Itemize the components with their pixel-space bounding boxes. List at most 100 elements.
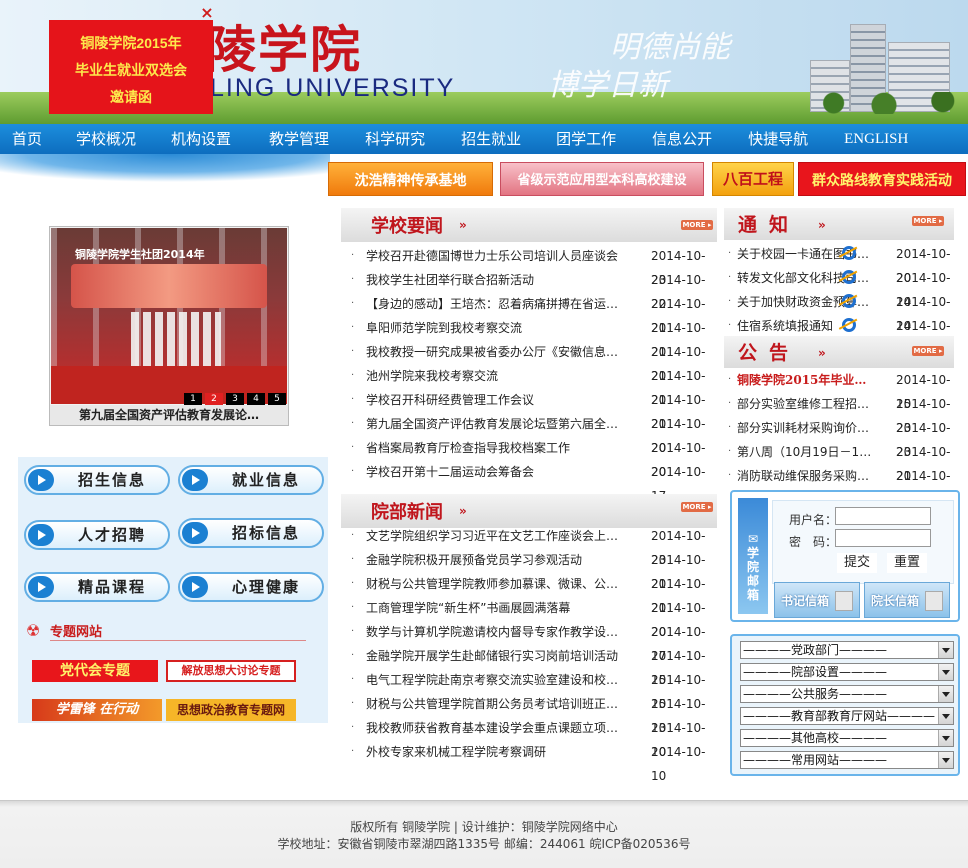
notice-title[interactable]: 部分实验室维修工程招标公告: [737, 392, 873, 416]
notice-item[interactable]: ·铜陵学院2015年毕业生就业双选会2014-10-15: [724, 368, 954, 411]
news-item[interactable]: · 我校学生社团举行联合招新活动 2014-10-22: [337, 268, 717, 311]
quick-link-mental-health[interactable]: 心理健康: [178, 572, 324, 602]
news-item[interactable]: ·文艺学院组织学习习近平在文艺工作座谈会上的重要讲话2014-10-23: [337, 524, 717, 567]
select-common-sites[interactable]: ————常用网站————: [740, 751, 954, 769]
news-item[interactable]: · 财税与公共管理学院教师参加慕课、微课、公开课培训 2014-10-21: [337, 572, 717, 615]
news-title[interactable]: 文艺学院组织学习习近平在文艺工作座谈会上的重要讲话: [366, 524, 628, 548]
notice-title[interactable]: 消防联动维保服务采购询价: [737, 464, 873, 488]
chevron-down-icon[interactable]: [938, 730, 953, 746]
news-title[interactable]: 财税与公共管理学院首期公务员考试培训班正式开班: [366, 692, 628, 716]
news-item[interactable]: · 池州学院来我校考察交流 2014-10-21: [337, 364, 717, 407]
news-title[interactable]: 省档案局教育厅检查指导我校档案工作: [366, 436, 628, 460]
news-title[interactable]: 学校召开第十二届运动会筹备会: [366, 460, 628, 484]
news-item[interactable]: · 省档案局教育厅检查指导我校档案工作 2014-10-20: [337, 436, 717, 479]
news-title[interactable]: 财税与公共管理学院教师参加慕课、微课、公开课培训: [366, 572, 628, 596]
notice-item[interactable]: · 关于加快财政资金预算执行 2014-10-14: [724, 290, 954, 333]
chevron-down-icon[interactable]: [938, 642, 953, 658]
notice-title[interactable]: 第八周（10月19日－10月25日）: [737, 440, 873, 464]
news-item[interactable]: · 工商管理学院“新生杯”书画展圆满落幕 2014-10-20: [337, 596, 717, 639]
school-news-more-button[interactable]: MORE ▸: [681, 220, 713, 230]
select-other-universities[interactable]: ————其他高校————: [740, 729, 954, 747]
nav-item-quick-nav[interactable]: 快捷导航: [748, 124, 808, 154]
announce-more-button[interactable]: MORE ▸: [912, 346, 944, 356]
username-input[interactable]: [835, 507, 931, 525]
select-party-departments[interactable]: ————党政部门————: [740, 641, 954, 659]
nav-item-organization[interactable]: 机构设置: [171, 124, 231, 154]
notice-title[interactable]: 铜陵学院2015年毕业生就业双选会: [737, 368, 873, 392]
topic-learn-lei-feng[interactable]: 学雷锋 在行动: [32, 699, 162, 721]
nav-item-research[interactable]: 科学研究: [365, 124, 425, 154]
ad-shenhao-spirit[interactable]: 沈浩精神传承基地: [328, 162, 493, 196]
news-title[interactable]: 学校召开科研经费管理工作会议: [366, 388, 628, 412]
notice-item[interactable]: ·第八周（10月19日－10月25日）2014-10-21: [724, 440, 954, 483]
select-public-services[interactable]: ————公共服务————: [740, 685, 954, 703]
chevron-down-icon[interactable]: [938, 664, 953, 680]
news-item[interactable]: · 电气工程学院赴南京考察交流实验室建设和校企合作 2014-10-15: [337, 668, 717, 711]
news-title[interactable]: 我校教授一研究成果被省委办公厅《安徽信息》采用: [366, 340, 628, 364]
news-title[interactable]: 数学与计算机学院邀请校内督导专家作教学设计讲座: [366, 620, 628, 644]
news-title[interactable]: 阜阳师范学院到我校考察交流: [366, 316, 628, 340]
quick-link-employment-info[interactable]: 就业信息: [178, 465, 324, 495]
announce-title[interactable]: 公告: [738, 338, 800, 365]
news-item[interactable]: · 金融学院开展学生赴邮储银行实习岗前培训活动 2014-10-15: [337, 644, 717, 687]
popup-close-icon[interactable]: ×: [200, 5, 214, 21]
topic-party-congress[interactable]: 党代会专题: [32, 660, 158, 682]
notice-title[interactable]: 通知: [738, 210, 800, 237]
ad-mass-line-education[interactable]: 群众路线教育实践活动: [798, 162, 966, 196]
nav-item-teaching[interactable]: 教学管理: [269, 124, 329, 154]
news-item[interactable]: · 数学与计算机学院邀请校内督导专家作教学设计讲座 2014-10-17: [337, 620, 717, 663]
news-item[interactable]: ·第九届全国资产评估教育发展论坛暨第六届全国资产评估2014-10-20: [337, 412, 717, 455]
reset-button[interactable]: 重置: [887, 553, 927, 573]
ad-model-university[interactable]: 省级示范应用型本科高校建设: [500, 162, 704, 196]
select-departments[interactable]: ————院部设置————: [740, 663, 954, 681]
news-item[interactable]: · 外校专家来机械工程学院考察调研 2014-10-10: [337, 740, 717, 783]
news-title[interactable]: 我校学生社团举行联合招新活动: [366, 268, 628, 292]
news-item[interactable]: · 学校召开科研经费管理工作会议 2014-10-21: [337, 388, 717, 431]
school-news-title[interactable]: 学校要闻: [371, 212, 443, 238]
news-title[interactable]: 工商管理学院“新生杯”书画展圆满落幕: [366, 596, 628, 620]
news-item[interactable]: · 金融学院积极开展预备党员学习参观活动 2014-10-21: [337, 548, 717, 591]
password-input[interactable]: [835, 529, 931, 547]
news-item[interactable]: ·学校召开第十二届运动会筹备会2014-10-17: [337, 460, 717, 503]
dept-news-title[interactable]: 院部新闻: [371, 498, 443, 524]
dept-news-more-button[interactable]: MORE ▸: [681, 502, 713, 512]
quick-link-tender-info[interactable]: 招标信息: [178, 518, 324, 548]
news-item[interactable]: · 我校教师获省教育基本建设学会重点课题立项资助 2014-10-10: [337, 716, 717, 759]
news-title[interactable]: 金融学院积极开展预备党员学习参观活动: [366, 548, 628, 572]
notice-item[interactable]: ·关于校园一卡通在图书馆使用2014-10-20: [724, 242, 954, 285]
photo-slideshow[interactable]: 铜陵学院学生社团2014年 1 2 3 4 5 第九届全国资产评估教育发展论…: [49, 226, 289, 426]
news-item[interactable]: · 财税与公共管理学院首期公务员考试培训班正式开班 2014-10-13: [337, 692, 717, 735]
news-item[interactable]: · 学校召开赴德国博世力士乐公司培训人员座谈会 2014-10-23: [337, 244, 717, 287]
notice-item[interactable]: · 转发文化部文化科技司关于 2014-10-14: [724, 266, 954, 309]
news-title[interactable]: 我校教师获省教育基本建设学会重点课题立项资助: [366, 716, 628, 740]
news-item[interactable]: · 阜阳师范学院到我校考察交流 2014-10-21: [337, 316, 717, 359]
submit-button[interactable]: 提交: [837, 553, 877, 573]
news-title[interactable]: 池州学院来我校考察交流: [366, 364, 628, 388]
notice-more-button[interactable]: MORE ▸: [912, 216, 944, 226]
nav-item-student-work[interactable]: 团学工作: [556, 124, 616, 154]
topic-ideological-education[interactable]: 思想政治教育专题网: [166, 699, 296, 721]
nav-item-info-disclosure[interactable]: 信息公开: [652, 124, 712, 154]
chevron-down-icon[interactable]: [938, 686, 953, 702]
chevron-down-icon[interactable]: [938, 752, 953, 768]
news-title[interactable]: 外校专家来机械工程学院考察调研: [366, 740, 628, 764]
notice-item[interactable]: ·部分实验室维修工程招标公告2014-10-23: [724, 392, 954, 435]
notice-item[interactable]: ·消防联动维保服务采购询价2014-10-20: [724, 464, 954, 507]
job-fair-popup[interactable]: 铜陵学院2015年 毕业生就业双选会 邀请函: [49, 20, 213, 114]
president-mailbox-button[interactable]: 院长信箱: [864, 582, 950, 618]
chevron-down-icon[interactable]: [938, 708, 953, 724]
news-item[interactable]: · 我校教授一研究成果被省委办公厅《安徽信息》采用 2014-10-21: [337, 340, 717, 383]
news-title[interactable]: 【身边的感动】王培杰：忍着病痛拼搏在省运会赛场上: [366, 292, 628, 316]
nav-item-english[interactable]: ENGLISH: [844, 124, 908, 154]
quick-link-recruitment[interactable]: 人才招聘: [24, 520, 170, 550]
slide-image[interactable]: 铜陵学院学生社团2014年: [51, 228, 287, 404]
nav-item-home[interactable]: 首页: [12, 124, 42, 154]
topic-emancipation-discussion[interactable]: 解放思想大讨论专题: [166, 660, 296, 682]
select-education-sites[interactable]: ————教育部教育厅网站————: [740, 707, 954, 725]
notice-item[interactable]: ·住宿系统填报通知2014-10-11: [724, 314, 954, 357]
ad-eight-hundred-project[interactable]: 八百工程: [712, 162, 794, 196]
quick-link-admission-info[interactable]: 招生信息: [24, 465, 170, 495]
quick-link-quality-courses[interactable]: 精品课程: [24, 572, 170, 602]
news-title[interactable]: 电气工程学院赴南京考察交流实验室建设和校企合作: [366, 668, 628, 692]
slide-caption[interactable]: 第九届全国资产评估教育发展论…: [50, 405, 288, 425]
